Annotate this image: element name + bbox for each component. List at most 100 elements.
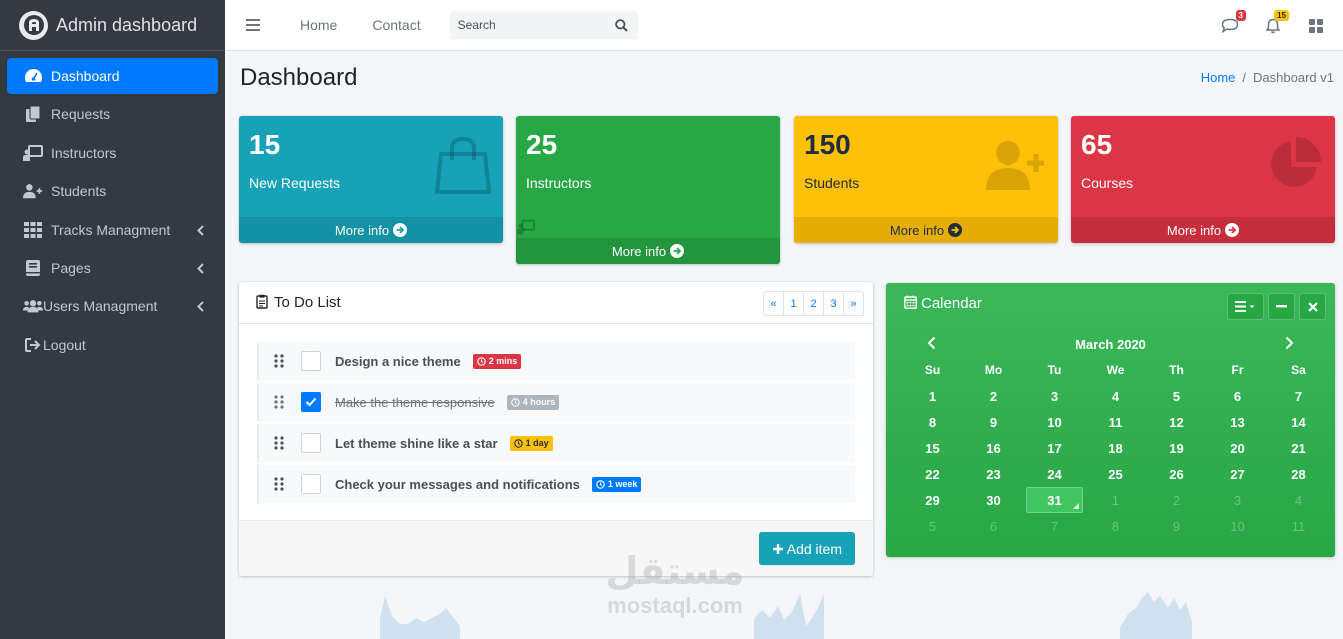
grid-apps-icon[interactable] xyxy=(1306,16,1326,36)
sidebar-item-pages[interactable]: Pages xyxy=(7,250,218,286)
calendar-day-today[interactable]: 31 xyxy=(1026,487,1083,513)
page-2[interactable]: 2 xyxy=(803,291,824,316)
todo-checkbox[interactable] xyxy=(301,392,321,412)
clipboard-icon xyxy=(256,294,268,312)
sidebar-item-tracks[interactable]: Tracks Managment xyxy=(7,212,218,248)
calendar-day[interactable]: 17 xyxy=(1024,435,1085,461)
collapse-button[interactable] xyxy=(1268,293,1295,320)
todo-footer: Add item xyxy=(239,520,873,576)
calendar-day[interactable]: 21 xyxy=(1268,435,1329,461)
todo-checkbox[interactable] xyxy=(301,351,321,371)
calendar-day-other-month[interactable]: 6 xyxy=(963,513,1024,539)
calendar-day-other-month[interactable]: 1 xyxy=(1085,487,1146,513)
top-link-contact[interactable]: Contact xyxy=(372,17,420,33)
book-icon xyxy=(23,259,43,277)
drag-handle-icon[interactable] xyxy=(273,477,287,491)
top-link-home[interactable]: Home xyxy=(300,17,337,33)
calendar-menu-button[interactable] xyxy=(1227,293,1264,320)
calendar-card: Calendar March 2020 Su Mo Tu We Th Fr Sa xyxy=(886,283,1335,557)
weekday: We xyxy=(1106,363,1125,377)
todo-checkbox[interactable] xyxy=(301,433,321,453)
calendar-day[interactable]: 12 xyxy=(1146,409,1207,435)
menu-toggle-icon[interactable] xyxy=(246,19,260,31)
calendar-day[interactable]: 3 xyxy=(1024,383,1085,409)
brand[interactable]: Admin dashboard xyxy=(0,0,225,51)
calendar-day[interactable]: 25 xyxy=(1085,461,1146,487)
search-icon[interactable] xyxy=(608,11,636,39)
arrow-circle-right-icon xyxy=(670,244,685,258)
calendar-day-other-month[interactable]: 10 xyxy=(1207,513,1268,539)
calendar-day[interactable]: 16 xyxy=(963,435,1024,461)
drag-handle-icon[interactable] xyxy=(273,395,287,409)
breadcrumb-home-link[interactable]: Home xyxy=(1201,70,1236,85)
more-info-link[interactable]: More info xyxy=(516,238,780,264)
calendar-day[interactable]: 22 xyxy=(902,461,963,487)
calendar-day[interactable]: 2 xyxy=(963,383,1024,409)
calendar-day[interactable]: 11 xyxy=(1085,409,1146,435)
sidebar-item-logout[interactable]: Logout xyxy=(7,327,218,363)
calendar-day[interactable]: 4 xyxy=(1085,383,1146,409)
page-1[interactable]: 1 xyxy=(783,291,804,316)
todo-checkbox[interactable] xyxy=(301,474,321,494)
messages-icon[interactable]: 3 xyxy=(1220,9,1246,36)
page-3[interactable]: 3 xyxy=(823,291,844,316)
chevron-left-icon xyxy=(197,223,204,239)
breadcrumb-separator: / xyxy=(1242,70,1247,85)
sidebar-item-users[interactable]: Users Managment xyxy=(7,288,218,324)
calendar-day[interactable]: 8 xyxy=(902,409,963,435)
calendar-day-other-month[interactable]: 9 xyxy=(1146,513,1207,539)
calendar-day[interactable]: 13 xyxy=(1207,409,1268,435)
todo-item: Design a nice theme 2 mins xyxy=(257,342,855,380)
calendar-day[interactable]: 18 xyxy=(1085,435,1146,461)
drag-handle-icon[interactable] xyxy=(273,354,287,368)
add-item-button[interactable]: Add item xyxy=(758,532,855,565)
calendar-day[interactable]: 6 xyxy=(1207,383,1268,409)
remove-button[interactable] xyxy=(1299,293,1326,320)
calendar-day-other-month[interactable]: 2 xyxy=(1146,487,1207,513)
sidebar-item-dashboard[interactable]: Dashboard xyxy=(7,58,218,94)
sidebar-item-instructors[interactable]: Instructors xyxy=(7,135,218,171)
calendar-day[interactable]: 23 xyxy=(963,461,1024,487)
calendar-day-other-month[interactable]: 8 xyxy=(1085,513,1146,539)
calendar-day[interactable]: 28 xyxy=(1268,461,1329,487)
calendar-day[interactable]: 30 xyxy=(963,487,1024,513)
calendar-day-other-month[interactable]: 5 xyxy=(902,513,963,539)
calendar-day[interactable]: 5 xyxy=(1146,383,1207,409)
bell-icon[interactable]: 15 xyxy=(1263,9,1289,36)
drag-handle-icon[interactable] xyxy=(273,436,287,450)
calendar-day[interactable]: 26 xyxy=(1146,461,1207,487)
more-info-link[interactable]: More info xyxy=(794,217,1058,243)
sidebar-item-label: Logout xyxy=(43,336,86,353)
calendar-day[interactable]: 24 xyxy=(1024,461,1085,487)
calendar-day[interactable]: 20 xyxy=(1207,435,1268,461)
page-prev[interactable]: « xyxy=(763,291,784,316)
calendar-day[interactable]: 15 xyxy=(902,435,963,461)
th-icon xyxy=(23,221,43,239)
stat-label: Students xyxy=(804,175,860,191)
calendar-day[interactable]: 27 xyxy=(1207,461,1268,487)
todo-time-badge: 1 day xyxy=(509,435,553,451)
calendar-day[interactable]: 10 xyxy=(1024,409,1085,435)
clock-icon xyxy=(596,479,605,489)
page-next[interactable]: » xyxy=(843,291,864,316)
calendar-day-other-month[interactable]: 4 xyxy=(1268,487,1329,513)
sidebar-item-label: Requests xyxy=(51,106,111,123)
calendar-day-other-month[interactable]: 11 xyxy=(1268,513,1329,539)
chevron-right-icon[interactable] xyxy=(1285,336,1294,353)
more-info-link[interactable]: More info xyxy=(1071,217,1335,243)
calendar-day-other-month[interactable]: 7 xyxy=(1024,513,1085,539)
sidebar-item-students[interactable]: Students xyxy=(7,173,218,209)
calendar-day[interactable]: 29 xyxy=(902,487,963,513)
calendar-day[interactable]: 19 xyxy=(1146,435,1207,461)
weekday: Th xyxy=(1169,363,1184,377)
calendar-day[interactable]: 1 xyxy=(902,383,963,409)
sidebar-item-requests[interactable]: Requests xyxy=(7,96,218,132)
search-input[interactable] xyxy=(449,11,608,39)
more-info-link[interactable]: More info xyxy=(239,217,503,243)
calendar-day[interactable]: 14 xyxy=(1268,409,1329,435)
calendar-day-other-month[interactable]: 3 xyxy=(1207,487,1268,513)
user-plus-icon xyxy=(986,140,1044,193)
calendar-day[interactable]: 7 xyxy=(1268,383,1329,409)
calendar-day[interactable]: 9 xyxy=(963,409,1024,435)
logo-icon xyxy=(19,10,48,40)
